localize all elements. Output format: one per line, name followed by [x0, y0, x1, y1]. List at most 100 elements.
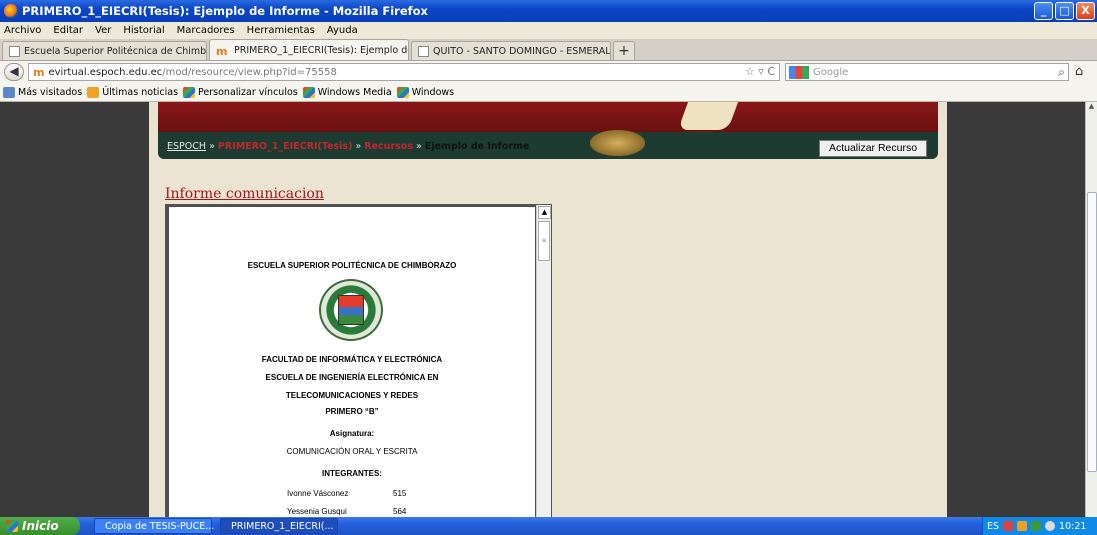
breadcrumb-espoch[interactable]: ESPOCH: [167, 141, 206, 152]
menu-historial[interactable]: Historial: [123, 25, 164, 36]
doc-subject: COMUNICACIÓN ORAL Y ESCRITA: [286, 447, 418, 456]
search-placeholder: Google: [813, 66, 849, 78]
scroll-thumb[interactable]: [1087, 192, 1097, 472]
bookmark-personalizar[interactable]: Personalizar vínculos: [183, 86, 298, 98]
menu-editar[interactable]: Editar: [53, 25, 83, 36]
scroll-up-icon[interactable]: ▲: [1086, 102, 1097, 114]
doc-members-label: INTEGRANTES:: [322, 469, 382, 478]
bookmark-ultimas-noticias[interactable]: Últimas noticias: [87, 86, 179, 98]
bookmark-mas-visitados[interactable]: Más visitados: [3, 86, 83, 98]
graduation-tassel-icon: [590, 130, 645, 156]
menu-herramientas[interactable]: Herramientas: [247, 25, 315, 36]
network-icon[interactable]: [1003, 521, 1014, 531]
window-titlebar: PRIMERO_1_EIECRI(Tesis): Ejemplo de Info…: [0, 0, 1097, 22]
bookmark-label: Más visitados: [18, 86, 83, 98]
menu-archivo[interactable]: Archivo: [4, 25, 41, 36]
back-button[interactable]: ◀: [4, 63, 24, 81]
resource-title[interactable]: Informe comunicacion: [165, 186, 324, 202]
taskbar: Inicio Copia de TESIS-PUCE... PRIMERO_1_…: [0, 517, 1097, 535]
volume-icon[interactable]: [1045, 521, 1056, 531]
windows-icon: [6, 520, 18, 532]
clock: 10:21: [1059, 520, 1087, 532]
search-input[interactable]: Google ⌕: [785, 63, 1069, 81]
windows-icon: [183, 86, 196, 98]
member-name: Yessenia Gusqui: [287, 507, 347, 516]
doc-school-line2: TELECOMUNICACIONES Y REDES: [285, 391, 419, 400]
bookmark-windows[interactable]: Windows: [396, 86, 455, 98]
breadcrumb-recursos[interactable]: Recursos: [364, 141, 413, 152]
bookmarks-bar: Más visitados Últimas noticias Personali…: [0, 83, 1097, 102]
doc-institution: ESCUELA SUPERIOR POLITÉCNICA DE CHIMBORA…: [247, 261, 457, 270]
member-code: 564: [393, 507, 407, 516]
windows-icon: [302, 86, 315, 98]
page-viewport: ESPOCH » PRIMERO_1_EIECRI(Tesis) » Recur…: [0, 102, 1097, 517]
menu-ver[interactable]: Ver: [95, 25, 111, 36]
bookmark-windows-media[interactable]: Windows Media: [302, 86, 392, 98]
breadcrumb-current: Ejemplo de Informe: [424, 141, 530, 152]
url-bar[interactable]: m evirtual.espoch.edu.ec/mod/resource/vi…: [28, 63, 780, 81]
tab-label: PRIMERO_1_EIECRI(Tesis): Ejemplo de I...: [234, 44, 409, 56]
security-icon[interactable]: [1017, 521, 1028, 531]
start-button[interactable]: Inicio: [0, 517, 80, 535]
url-path: /mod/resource/view.php?id=75558: [162, 66, 337, 78]
seal-shield: [338, 295, 364, 325]
scroll-up-icon[interactable]: ▲: [538, 206, 551, 219]
taskbar-item-word[interactable]: Copia de TESIS-PUCE...: [94, 518, 214, 534]
document-scrollbar[interactable]: ▲ ≡: [536, 205, 551, 517]
maximize-button[interactable]: □: [1055, 2, 1074, 20]
doc-school-line1: ESCUELA DE INGENIERÍA ELECTRÓNICA EN: [265, 373, 439, 382]
document-page: ESCUELA SUPERIOR POLITÉCNICA DE CHIMBORA…: [169, 207, 535, 517]
home-icon[interactable]: ⌂: [1075, 64, 1083, 79]
menu-marcadores[interactable]: Marcadores: [177, 25, 235, 36]
bookmark-star-icon[interactable]: ☆ ▿ C: [745, 65, 775, 78]
doc-faculty: FACULTAD DE INFORMÁTICA Y ELECTRÓNICA: [261, 355, 443, 364]
breadcrumb-separator: »: [416, 141, 422, 152]
bookmark-label: Personalizar vínculos: [198, 86, 298, 98]
system-tray: ES 10:21: [982, 517, 1097, 535]
tab-quito[interactable]: QUITO - SANTO DOMINGO - ESMERALDA... ×: [411, 41, 611, 60]
diploma-scroll-icon: [677, 102, 739, 130]
document-viewer[interactable]: ESCUELA SUPERIOR POLITÉCNICA DE CHIMBORA…: [165, 204, 552, 517]
member-name: Ivonne Vásconez: [287, 489, 349, 498]
taskbar-item-firefox[interactable]: PRIMERO_1_EIECRI(...: [220, 518, 338, 534]
minimize-button[interactable]: _: [1034, 2, 1053, 20]
windows-icon: [396, 86, 409, 98]
breadcrumb-separator: »: [355, 141, 362, 152]
moodle-icon: m: [216, 44, 228, 58]
breadcrumb: ESPOCH » PRIMERO_1_EIECRI(Tesis) » Recur…: [167, 141, 529, 152]
close-button[interactable]: X: [1076, 2, 1095, 20]
language-indicator[interactable]: ES: [987, 521, 999, 532]
new-tab-button[interactable]: +: [613, 41, 635, 60]
bookmark-label: Últimas noticias: [102, 86, 179, 98]
breadcrumb-course[interactable]: PRIMERO_1_EIECRI(Tesis): [218, 141, 353, 152]
page-scrollbar[interactable]: ▲: [1085, 102, 1097, 517]
moodle-icon: m: [33, 65, 45, 79]
member-code: 515: [393, 489, 407, 498]
tab-bar: Escuela Superior Politécnica de Chimbora…: [0, 39, 1097, 61]
university-seal-icon: [319, 279, 383, 341]
bookmark-icon: [3, 86, 15, 98]
bookmark-label: Windows: [411, 86, 455, 98]
rss-icon: [87, 86, 100, 98]
bookmark-label: Windows Media: [317, 86, 392, 98]
taskbar-item-label: PRIMERO_1_EIECRI(...: [231, 520, 334, 532]
page-icon: [418, 45, 429, 57]
update-resource-button[interactable]: Actualizar Recurso: [819, 140, 927, 157]
search-icon[interactable]: ⌕: [1058, 65, 1065, 80]
menu-ayuda[interactable]: Ayuda: [327, 25, 358, 36]
scroll-thumb[interactable]: ≡: [538, 221, 550, 261]
tab-label: Escuela Superior Politécnica de Chimbora…: [24, 45, 207, 57]
tab-espoch[interactable]: Escuela Superior Politécnica de Chimbora…: [2, 41, 207, 60]
tab-informe[interactable]: m PRIMERO_1_EIECRI(Tesis): Ejemplo de I.…: [209, 39, 409, 60]
window-title: PRIMERO_1_EIECRI(Tesis): Ejemplo de Info…: [22, 4, 428, 18]
header-banner: [158, 102, 938, 132]
update-icon[interactable]: [1031, 521, 1042, 531]
page-icon: [9, 45, 20, 57]
tab-label: QUITO - SANTO DOMINGO - ESMERALDA...: [433, 45, 611, 57]
doc-level: PRIMERO “B”: [325, 407, 379, 416]
breadcrumb-separator: »: [209, 141, 215, 152]
google-icon[interactable]: [789, 65, 809, 79]
start-label: Inicio: [22, 519, 59, 533]
doc-subject-label: Asignatura:: [329, 429, 375, 438]
window-controls: _ □ X: [1034, 2, 1095, 20]
